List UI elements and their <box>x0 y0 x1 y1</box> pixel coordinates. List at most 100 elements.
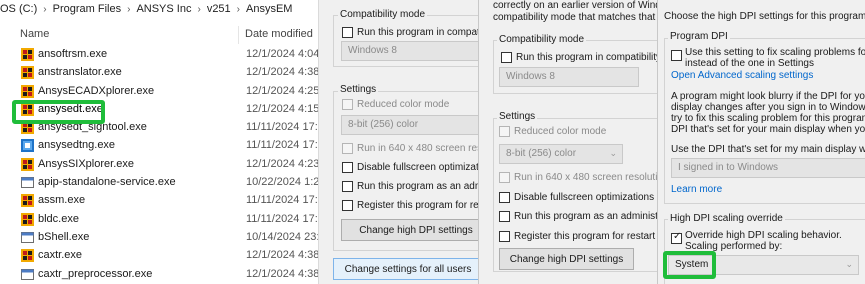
exe-file-icon <box>21 102 34 116</box>
run-admin-checkbox[interactable] <box>499 211 510 222</box>
disable-fullscreen-checkbox[interactable] <box>499 192 510 203</box>
dpi-heading: Choose the high DPI settings for this pr… <box>664 11 865 22</box>
intro-line-1: correctly on an earlier version of Windo… <box>493 0 657 11</box>
change-high-dpi-button[interactable]: Change high DPI settings <box>499 248 634 270</box>
file-row[interactable]: ansysedt.exe 12/1/2024 4:15 <box>0 101 318 119</box>
file-row[interactable]: AnsysECADXplorer.exe 12/1/2024 4:25 <box>0 83 318 101</box>
override-title: High DPI scaling override <box>668 213 785 224</box>
file-date: 12/1/2024 4:15 <box>246 102 318 115</box>
program-dpi-title: Program DPI <box>668 31 730 42</box>
change-all-users-button[interactable]: Change settings for all users <box>333 258 478 280</box>
change-high-dpi-button[interactable]: Change high DPI settings <box>341 219 478 241</box>
reduced-color-label: Reduced color mode <box>514 126 607 137</box>
disable-fullscreen-label[interactable]: Disable fullscreen optimizations <box>514 192 654 203</box>
file-date: 12/1/2024 4:38 <box>246 267 318 280</box>
column-header-name[interactable]: Name <box>20 28 49 40</box>
exe-file-icon <box>21 268 34 281</box>
breadcrumb-v251[interactable]: v251 <box>207 3 231 15</box>
reduced-color-label: Reduced color mode <box>357 99 450 110</box>
file-name[interactable]: bldc.exe <box>38 213 79 225</box>
exe-file-icon <box>21 194 34 208</box>
file-name[interactable]: ansysedt_signtool.exe <box>38 121 147 133</box>
exe-file-icon <box>21 249 34 263</box>
chevron-right-icon: › <box>127 3 131 15</box>
file-date: 11/11/2024 17: <box>246 212 318 225</box>
exe-file-icon <box>21 48 34 61</box>
dpi-para-line-3: try to fix this scaling problem for this… <box>671 113 865 124</box>
file-row[interactable]: caxtr_preprocessor.exe 12/1/2024 4:38 <box>0 266 318 284</box>
chevron-down-icon: ⌄ <box>609 148 617 158</box>
file-name[interactable]: AnsysSIXplorer.exe <box>38 158 134 170</box>
intro-line-2: compatibility mode that matches that ear… <box>493 12 657 23</box>
run-compat-checkbox[interactable] <box>501 52 512 63</box>
file-row[interactable]: ansoftrsm.exe 12/1/2024 4:04 <box>0 46 318 64</box>
register-restart-label[interactable]: Register this program for restart <box>357 200 478 211</box>
file-name[interactable]: ansysedt.exe <box>38 103 103 115</box>
signin-select: I signed in to Windows <box>671 158 865 178</box>
run-admin-label[interactable]: Run this program as an administrator <box>357 181 478 192</box>
file-name[interactable]: ansysedtng.exe <box>38 139 115 151</box>
run-admin-label[interactable]: Run this program as an administrator <box>514 211 657 222</box>
file-name[interactable]: apip-standalone-service.exe <box>38 176 176 188</box>
file-date: 12/1/2024 4:23 <box>246 157 318 170</box>
breadcrumb-program-files[interactable]: Program Files <box>53 3 121 15</box>
run-admin-checkbox[interactable] <box>342 181 353 192</box>
file-row[interactable]: bldc.exe 11/11/2024 17: <box>0 211 318 229</box>
use-setting-line-1[interactable]: Use this setting to fix scaling problems… <box>685 47 865 58</box>
highlight-annotation <box>663 251 716 279</box>
column-divider[interactable] <box>238 26 239 44</box>
file-name[interactable]: assm.exe <box>38 194 85 206</box>
register-restart-label[interactable]: Register this program for restart <box>514 231 655 242</box>
disable-fullscreen-label[interactable]: Disable fullscreen optimizations <box>357 162 478 173</box>
override-checkbox[interactable] <box>671 231 682 244</box>
run-compat-label[interactable]: Run this program in compatibility mode f… <box>516 52 657 63</box>
use-setting-line-2[interactable]: instead of the one in Settings <box>685 58 814 69</box>
file-row[interactable]: anstranslator.exe 12/1/2024 4:38 <box>0 64 318 82</box>
run-compat-label[interactable]: Run this program in compatibility mode f… <box>357 27 478 38</box>
file-date: 12/1/2024 4:38 <box>246 66 318 79</box>
file-explorer: OS (C:) › Program Files › ANSYS Inc › v2… <box>0 0 318 284</box>
color-select-value: 8-bit (256) color <box>506 148 577 159</box>
use-setting-checkbox[interactable] <box>671 50 682 61</box>
file-name[interactable]: caxtr_preprocessor.exe <box>38 268 152 280</box>
learn-more-link[interactable]: Learn more <box>671 184 722 195</box>
file-name[interactable]: caxtr.exe <box>38 249 82 261</box>
use-dpi-label: Use the DPI that's set for my main displ… <box>671 144 865 155</box>
compatibility-panel-2: correctly on an earlier version of Windo… <box>478 0 657 284</box>
os-select: Windows 8 <box>341 41 478 61</box>
file-row[interactable]: apip-standalone-service.exe 10/22/2024 1:… <box>0 174 318 192</box>
file-date: 11/11/2024 17: <box>246 194 318 207</box>
file-row[interactable]: AnsysSIXplorer.exe 12/1/2024 4:23 <box>0 156 318 174</box>
file-name[interactable]: ansoftrsm.exe <box>38 48 107 60</box>
register-restart-checkbox[interactable] <box>499 231 510 242</box>
breadcrumb-ansysem[interactable]: AnsysEM <box>246 3 292 15</box>
file-row[interactable]: ansysedt_signtool.exe 11/11/2024 17: <box>0 119 318 137</box>
run-compat-checkbox[interactable] <box>342 27 353 38</box>
file-date: 12/1/2024 4:38 <box>246 249 318 262</box>
color-select-value: 8-bit (256) color <box>348 119 419 130</box>
file-name[interactable]: bShell.exe <box>38 231 89 243</box>
override-line-1[interactable]: Override high DPI scaling behavior. <box>685 230 842 241</box>
file-date: 12/1/2024 4:25 <box>246 84 318 97</box>
file-row[interactable]: assm.exe 11/11/2024 17: <box>0 192 318 210</box>
run-640-checkbox <box>499 172 510 183</box>
exe-file-icon <box>21 66 34 80</box>
breadcrumb-drive[interactable]: OS (C:) <box>0 3 37 15</box>
breadcrumb-ansys-inc[interactable]: ANSYS Inc <box>136 3 191 15</box>
file-name[interactable]: AnsysECADXplorer.exe <box>38 85 154 97</box>
file-row[interactable]: caxtr.exe 12/1/2024 4:38 <box>0 247 318 265</box>
reduced-color-checkbox <box>342 99 353 110</box>
register-restart-checkbox[interactable] <box>342 200 353 211</box>
file-date: 10/14/2024 23: <box>246 230 318 243</box>
file-name[interactable]: anstranslator.exe <box>38 66 122 78</box>
file-row[interactable]: ansysedtng.exe 11/11/2024 17: <box>0 137 318 155</box>
open-advanced-scaling-link[interactable]: Open Advanced scaling settings <box>671 70 813 81</box>
run-640-checkbox <box>342 143 353 154</box>
color-select: 8-bit (256) color ⌄ <box>499 144 623 164</box>
chevron-right-icon: › <box>197 3 201 15</box>
file-row[interactable]: bShell.exe 10/14/2024 23: <box>0 229 318 247</box>
chevron-right-icon: › <box>236 3 241 15</box>
os-select-value: Windows 8 <box>506 71 555 82</box>
column-header-date[interactable]: Date modified <box>245 28 313 40</box>
disable-fullscreen-checkbox[interactable] <box>342 162 353 173</box>
